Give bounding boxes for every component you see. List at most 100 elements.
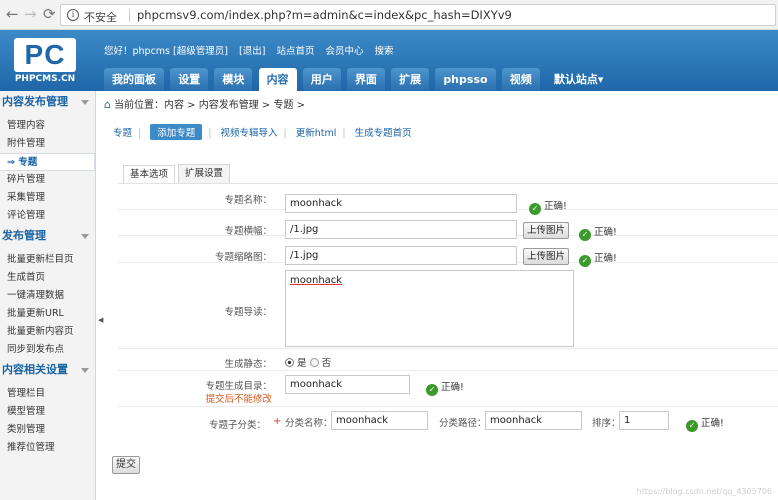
sidebar-group-content-publish[interactable]: 内容发布管理 — [0, 91, 95, 113]
back-icon[interactable]: ← — [6, 6, 19, 22]
logo-mark: PC — [14, 38, 76, 72]
sidebar-item-generate-home[interactable]: 生成首页 — [0, 269, 95, 287]
form-row-banner: 专题横幅： /1.jpg 上传图片 ✓ 正确! — [118, 210, 778, 241]
category-path-input[interactable]: moonhack — [485, 411, 582, 430]
collapse-triangle-icon[interactable] — [81, 368, 89, 373]
sidebar-group-content-settings[interactable]: 内容相关设置 — [0, 359, 95, 381]
nav-tab-video[interactable]: 视频 — [501, 68, 540, 91]
subnav-update-html[interactable]: 更新html — [296, 125, 337, 139]
address-bar[interactable]: i 不安全 phpcmsv9.com/index.php?m=admin&c=i… — [60, 4, 776, 26]
sidebar-item-type-management[interactable]: 类别管理 — [0, 421, 95, 439]
nav-tab-settings[interactable]: 设置 — [170, 68, 209, 91]
collapse-triangle-icon[interactable] — [81, 100, 89, 105]
nav-tab-extensions[interactable]: 扩展 — [391, 68, 430, 91]
submit-button[interactable]: 提交 — [112, 456, 140, 474]
forward-icon[interactable]: → — [24, 6, 37, 22]
divider: | — [208, 128, 212, 139]
sidebar-item-update-content-pages[interactable]: 批量更新内容页 — [0, 323, 95, 341]
sidebar-item-clean-data[interactable]: 一键清理数据 — [0, 287, 95, 305]
sidebar-item-sync-publish[interactable]: 同步到发布点 — [0, 341, 95, 359]
security-label: 不安全 — [84, 11, 117, 24]
home-icon: ⌂ — [104, 98, 111, 111]
tab-extended-settings[interactable]: 扩展设置 — [178, 164, 231, 183]
logout-link[interactable]: [退出] — [239, 46, 265, 57]
sidebar-item-blocks[interactable]: 碎片管理 — [0, 171, 95, 189]
field-label: 专题导读： — [224, 307, 272, 318]
form-tabs: 基本选项 扩展设置 — [123, 164, 233, 184]
sidebar: 内容发布管理 管理内容 附件管理 ⇒ 专题 碎片管理 采集管理 评论管理 发布管… — [0, 91, 96, 500]
special-form: 专题名称： moonhack ✓ 正确! 专题横幅： /1.jpg 上传图片 ✓ 正… — [118, 183, 778, 432]
field-label: 专题横幅： — [224, 226, 272, 237]
main-nav: 我的面板 设置 模块 内容 用户 界面 扩展 phpsso 视频 默认站点▾ — [104, 68, 614, 91]
nav-tab-modules[interactable]: 模块 — [214, 68, 253, 91]
nav-tab-phpsso[interactable]: phpsso — [435, 68, 496, 91]
directory-input[interactable]: moonhack — [285, 375, 410, 394]
site-switcher-dropdown[interactable]: 默认站点▾ — [546, 68, 612, 91]
info-icon[interactable]: i — [67, 9, 79, 21]
sidebar-item-update-url[interactable]: 批量更新URL — [0, 305, 95, 323]
sidebar-group-title: 发布管理 — [2, 229, 46, 242]
form-row-static: 生成静态： 是 否 — [118, 349, 778, 371]
radio-yes[interactable] — [285, 358, 294, 367]
field-label: 专题子分类： — [208, 420, 266, 431]
url-text[interactable]: phpcmsv9.com/index.php?m=admin&c=index&p… — [137, 8, 512, 22]
field-label: 专题生成目录： — [205, 381, 272, 392]
subnav-special[interactable]: 专题 — [113, 125, 132, 139]
check-icon: ✓ — [426, 384, 438, 396]
sidebar-item-comments[interactable]: 评论管理 — [0, 207, 95, 225]
sidebar-item-collect[interactable]: 采集管理 — [0, 189, 95, 207]
collapse-triangle-icon[interactable] — [81, 234, 89, 239]
subnav-add-special[interactable]: 添加专题 — [150, 124, 203, 140]
directory-note: 提交后不能修改 — [205, 394, 272, 405]
field-label: 专题名称： — [224, 195, 272, 206]
divider: | — [283, 128, 287, 139]
sidebar-item-special[interactable]: ⇒ 专题 — [0, 153, 95, 171]
validation-ok: ✓ 正确! — [426, 379, 464, 396]
phpcms-logo[interactable]: PC PHPCMS.CN — [12, 38, 78, 86]
radio-no-label: 否 — [321, 358, 332, 369]
sidebar-group-title: 内容发布管理 — [2, 95, 68, 108]
tab-basic-options[interactable]: 基本选项 — [123, 165, 176, 184]
form-row-description: 专题导读： moonhack — [118, 263, 778, 349]
sidebar-item-attachments[interactable]: 附件管理 — [0, 135, 95, 153]
top-links: 您好！phpcms [超级管理员] [退出] 站点首页 会员中心 搜索 — [104, 43, 402, 57]
subnav-generate-special-home[interactable]: 生成专题首页 — [355, 125, 412, 139]
subnav-import-video-album[interactable]: 视频专辑导入 — [221, 125, 278, 139]
nav-tab-content[interactable]: 内容 — [258, 68, 297, 91]
category-path-label: 分类路径： — [439, 418, 487, 429]
category-name-input[interactable]: moonhack — [331, 411, 428, 430]
form-row-subcategory: 专题子分类： + 分类名称： moonhack 分类路径： moonhack 排… — [118, 407, 778, 433]
nav-tab-interface[interactable]: 界面 — [346, 68, 385, 91]
field-label: 专题缩略图： — [214, 252, 272, 263]
nav-tab-panel[interactable]: 我的面板 — [104, 68, 164, 91]
sidebar-item-manage-content[interactable]: 管理内容 — [0, 117, 95, 135]
field-label: 生成静态： — [224, 359, 272, 370]
sub-nav: 专题 | 添加专题 | 视频专辑导入 | 更新html | 生成专题首页 — [113, 124, 418, 140]
nav-tab-users[interactable]: 用户 — [302, 68, 341, 91]
category-name-label: 分类名称： — [285, 418, 333, 429]
sort-input[interactable]: 1 — [619, 411, 669, 430]
radio-no[interactable] — [309, 358, 319, 367]
sidebar-collapse-icon[interactable]: ◀ — [98, 316, 103, 324]
reload-icon[interactable]: ⟳ — [43, 6, 56, 22]
radio-yes-label: 是 — [297, 358, 307, 369]
member-center-link[interactable]: 会员中心 — [325, 46, 363, 57]
sidebar-item-position-management[interactable]: 推荐位管理 — [0, 439, 95, 457]
form-row-thumb: 专题缩略图： /1.jpg 上传图片 ✓ 正确! — [118, 236, 778, 267]
static-radio-group: 是 否 — [285, 355, 331, 369]
add-subcategory-icon[interactable]: + — [273, 416, 281, 427]
divider — [129, 9, 130, 22]
validation-ok: ✓ 正确! — [686, 415, 724, 432]
admin-header: PC PHPCMS.CN 您好！phpcms [超级管理员] [退出] 站点首页… — [0, 30, 778, 91]
logo-subtitle: PHPCMS.CN — [14, 74, 76, 84]
sidebar-item-model-management[interactable]: 模型管理 — [0, 403, 95, 421]
form-row-directory: 专题生成目录： 提交后不能修改 moonhack ✓ 正确! — [118, 371, 778, 407]
search-link[interactable]: 搜索 — [375, 46, 394, 57]
sidebar-group-title: 内容相关设置 — [2, 363, 68, 376]
site-home-link[interactable]: 站点首页 — [276, 46, 314, 57]
watermark-text: https://blog.csdn.net/qq_4305706 — [636, 487, 772, 496]
description-textarea[interactable]: moonhack — [285, 270, 574, 347]
sidebar-group-publish[interactable]: 发布管理 — [0, 225, 95, 247]
sidebar-item-update-category-pages[interactable]: 批量更新栏目页 — [0, 251, 95, 269]
sidebar-item-manage-categories[interactable]: 管理栏目 — [0, 385, 95, 403]
